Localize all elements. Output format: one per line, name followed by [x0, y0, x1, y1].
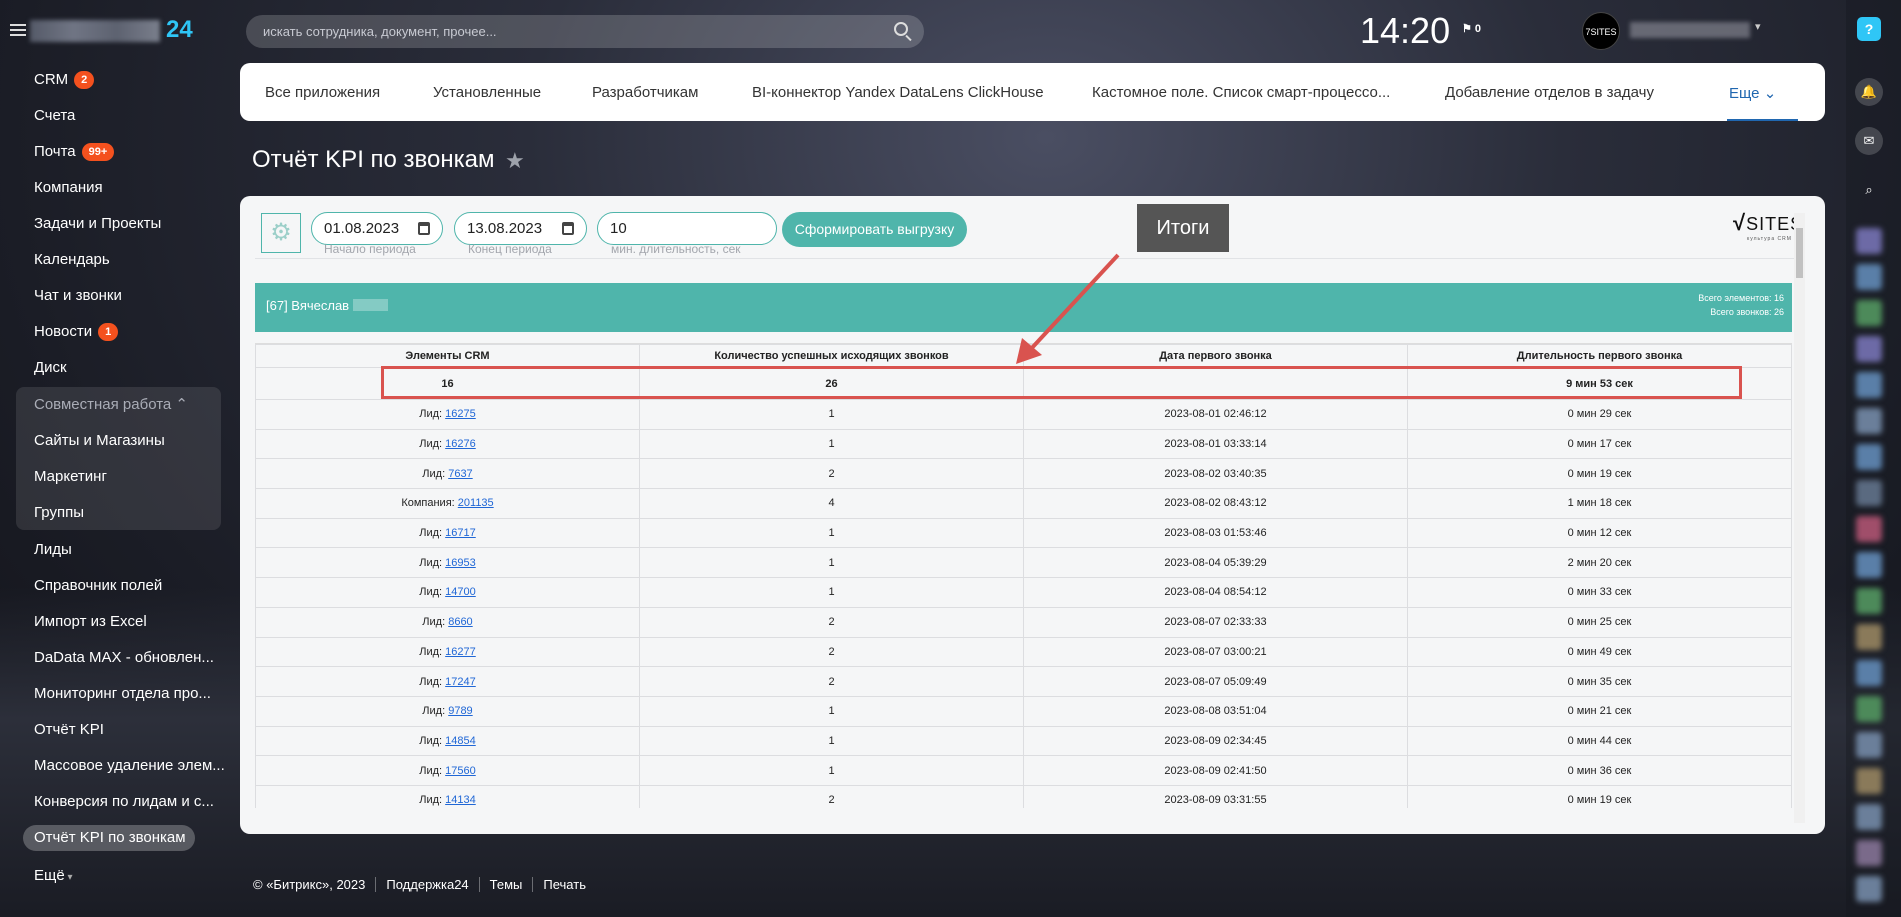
themes-link[interactable]: Темы — [478, 877, 533, 892]
annotation-arrow — [1016, 253, 1120, 364]
annotation-label: Итоги — [1137, 204, 1229, 252]
print-link[interactable]: Печать — [532, 877, 596, 892]
copyright: © «Битрикс», 2023 — [253, 877, 366, 892]
footer: © «Битрикс», 2023 Поддержка24 Темы Печать — [253, 877, 596, 892]
support-link[interactable]: Поддержка24 — [375, 877, 479, 892]
